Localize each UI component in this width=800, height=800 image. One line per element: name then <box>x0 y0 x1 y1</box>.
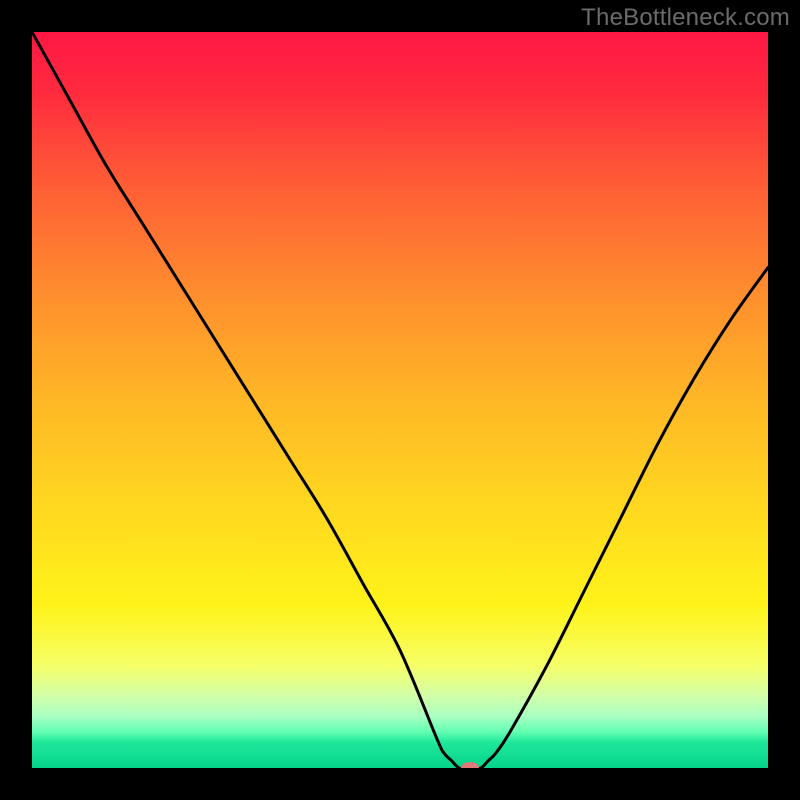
gradient-background <box>32 32 768 768</box>
watermark-text: TheBottleneck.com <box>581 4 790 32</box>
plot-area <box>32 32 768 768</box>
chart-frame: TheBottleneck.com <box>0 0 800 800</box>
chart-svg <box>32 32 768 768</box>
